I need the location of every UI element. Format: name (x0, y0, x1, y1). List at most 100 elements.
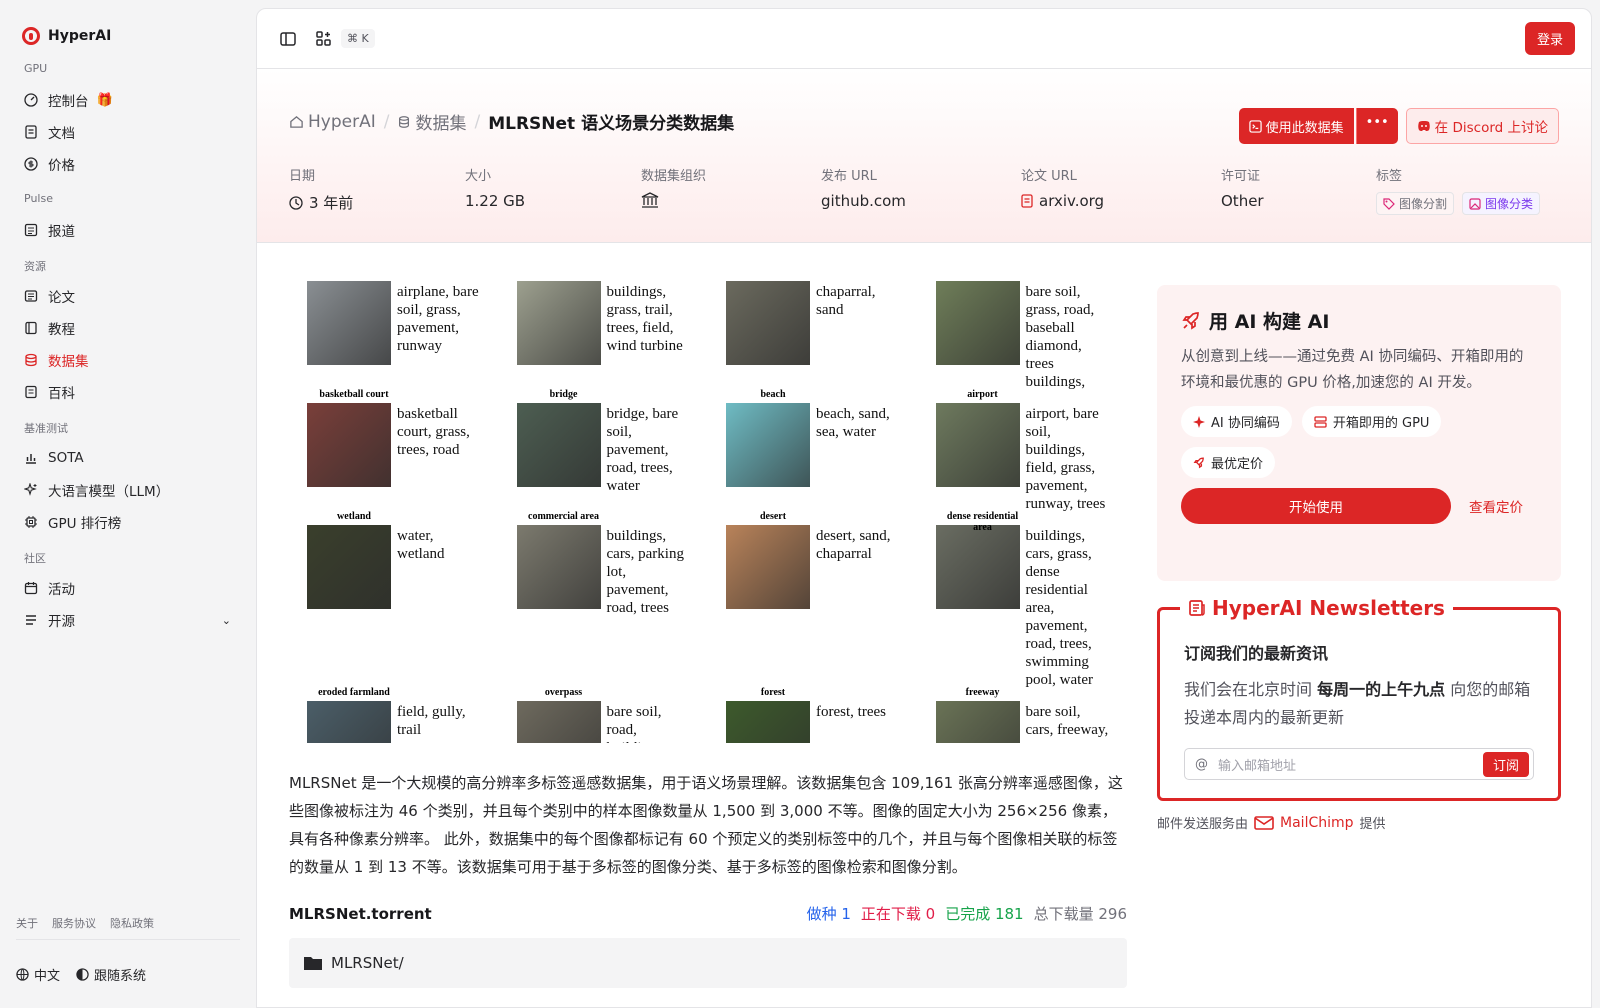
footer-link-about[interactable]: 关于 (16, 915, 38, 931)
tag-image-segmentation[interactable]: 图像分割 (1376, 192, 1455, 215)
feature-gpu: 开箱即用的 GPU (1301, 406, 1442, 437)
subscribe-button[interactable]: 订阅 (1482, 751, 1529, 777)
newsletter-box: HyperAI Newsletters 订阅我们的最新资讯 我们会在北京时间 每… (1157, 596, 1561, 801)
sample-image: dense residential area buildings, cars, … (918, 511, 1128, 689)
sample-category: airport (967, 389, 998, 400)
sample-category: dense residential area (946, 511, 1019, 533)
paper-url-link[interactable]: arxiv.org (1021, 192, 1221, 210)
gauge-icon (24, 93, 38, 107)
aerial-thumbnail (516, 525, 601, 609)
sample-labels: bridge, bare soil, pavement, road, trees… (606, 406, 679, 494)
chevron-down-icon[interactable]: ⌄ (222, 614, 231, 627)
folder-name[interactable]: MLRSNet/ (331, 954, 404, 972)
sidebar-item[interactable]: GPU 排行榜 (16, 506, 239, 538)
newsletter-text-pre: 我们会在北京时间 (1184, 680, 1318, 699)
breadcrumb-home[interactable]: HyperAI (289, 112, 376, 132)
database-icon (399, 115, 410, 128)
sidebar-item[interactable]: 价格 (16, 148, 239, 180)
breadcrumb-datasets[interactable]: 数据集 (397, 109, 466, 134)
sidebar-item-label: SOTA (48, 450, 84, 466)
sidebar-item[interactable]: 活动 (16, 572, 239, 604)
sample-labels: buildings, grass, trail, trees, field, w… (606, 284, 683, 354)
sidebar-item[interactable]: 教程 (16, 312, 239, 344)
mailchimp-link[interactable]: MailChimp (1280, 815, 1354, 831)
right-column: 用 AI 构建 AI 从创意到上线——通过免费 AI 协同编码、开箱即用的环境和… (1157, 285, 1561, 832)
sidebar-item[interactable]: 文档 (16, 116, 239, 148)
sample-labels: bare soil, road, buildings, cars, overpa… (606, 704, 667, 743)
dataset-meta: 日期 3 年前 大小 1.22 GB 数据集组织 发布 URL github.com … (289, 165, 1541, 215)
folder-icon (304, 957, 322, 970)
tag-label: 图像分类 (1485, 197, 1534, 211)
dataset-content: airplane, bare soil, grass, pavement, ru… (289, 269, 1127, 988)
sample-category: eroded farmland (318, 687, 390, 698)
sidebar-item[interactable]: 数据集 (16, 344, 239, 376)
sidebar-item[interactable]: 报道 (16, 214, 239, 246)
aerial-thumbnail (516, 281, 601, 365)
meta-paper-label: 论文 URL (1021, 169, 1077, 184)
sidebar-item[interactable]: SOTA (16, 442, 239, 474)
torrent-name[interactable]: MLRSNet.torrent (289, 905, 432, 923)
paper-icon (24, 289, 38, 303)
tag-image-classification[interactable]: 图像分类 (1462, 192, 1541, 215)
discord-button[interactable]: 在 Discord 上讨论 (1405, 108, 1559, 144)
sidebar-item-label: 报道 (48, 224, 75, 240)
sidebar-item[interactable]: 大语言模型（LLM） (16, 474, 239, 506)
login-button[interactable]: 登录 (1524, 22, 1575, 55)
tag-label: 图像分割 (1399, 197, 1448, 211)
promo-text: 从创意到上线——通过免费 AI 协同编码、开箱即用的环境和最优惠的 GPU 价格… (1181, 349, 1524, 391)
sidebar-item-label: 活动 (48, 582, 75, 598)
sample-image: airport airport, bare soil, buildings, f… (918, 389, 1128, 513)
footer-link-privacy[interactable]: 隐私政策 (110, 915, 154, 931)
list-icon (24, 613, 38, 627)
sample-image: commercial area buildings, cars, parking… (499, 511, 709, 689)
sidebar-toggle-icon[interactable] (279, 30, 297, 48)
sample-labels: airport, bare soil, buildings, field, gr… (1025, 406, 1106, 512)
email-input[interactable]: 输入邮箱地址 (1218, 755, 1296, 774)
meta-license-label: 许可证 (1221, 169, 1261, 184)
sidebar-item-label: 控制台 (48, 94, 89, 110)
apps-icon[interactable] (315, 30, 333, 48)
book-icon (24, 321, 38, 335)
brand[interactable]: HyperAI (16, 14, 239, 50)
sample-category: basketball court (319, 389, 389, 400)
sidebar-section-title: 基准测试 (24, 422, 68, 435)
paper-url-label: arxiv.org (1039, 192, 1105, 210)
tag-icon (1383, 197, 1395, 210)
sparkle-icon (24, 483, 38, 497)
sample-labels: field, gully, trail (397, 704, 466, 738)
rocket-icon (1193, 457, 1204, 468)
promo-title: 用 AI 构建 AI (1181, 307, 1537, 334)
meta-date-value: 3 年前 (309, 194, 354, 212)
sample-image: basketball court basketball court, grass… (289, 389, 499, 513)
sidebar-item[interactable]: 开源 ⌄ (16, 604, 239, 636)
meta-release-label: 发布 URL (821, 169, 877, 184)
chart-icon (24, 451, 38, 465)
sidebar-item[interactable]: 论文 (16, 280, 239, 312)
view-pricing-link[interactable]: 查看定价 (1469, 496, 1523, 516)
sample-category: freeway (965, 687, 1000, 698)
meta-license-value: Other (1221, 192, 1264, 210)
sample-image: buildings, grass, trail, trees, field, w… (499, 269, 709, 391)
footer-link-terms[interactable]: 服务协议 (52, 915, 96, 931)
use-dataset-button[interactable]: 使用此数据集 (1238, 108, 1354, 144)
feature-label: 开箱即用的 GPU (1332, 416, 1430, 431)
command-shortcut[interactable]: ⌘ K (341, 29, 375, 48)
sidebar-item[interactable]: 控制台 🎁 (16, 84, 239, 116)
sidebar-item-label: 开源 (48, 614, 75, 630)
theme-switch[interactable]: 跟随系统 (76, 965, 146, 984)
sidebar-section-title: 资源 (24, 260, 46, 273)
sidebar-item-label: 大语言模型（LLM） (48, 484, 170, 500)
release-url-link[interactable]: github.com (821, 192, 1021, 210)
aerial-thumbnail (726, 701, 810, 743)
get-started-button[interactable]: 开始使用 (1181, 488, 1451, 524)
promo-card: 用 AI 构建 AI 从创意到上线——通过免费 AI 协同编码、开箱即用的环境和… (1157, 285, 1561, 581)
sample-category: beach (760, 389, 786, 400)
sample-category: overpass (544, 687, 583, 698)
meta-org-label: 数据集组织 (641, 169, 707, 184)
language-switch[interactable]: 中文 (16, 965, 60, 984)
aerial-thumbnail (935, 525, 1020, 609)
discord-label: 在 Discord 上讨论 (1434, 120, 1548, 136)
more-options-button[interactable]: ••• (1355, 108, 1398, 144)
newsletter-text-bold: 每周一的上午九点 (1317, 680, 1446, 699)
sidebar-item[interactable]: 百科 (16, 376, 239, 408)
